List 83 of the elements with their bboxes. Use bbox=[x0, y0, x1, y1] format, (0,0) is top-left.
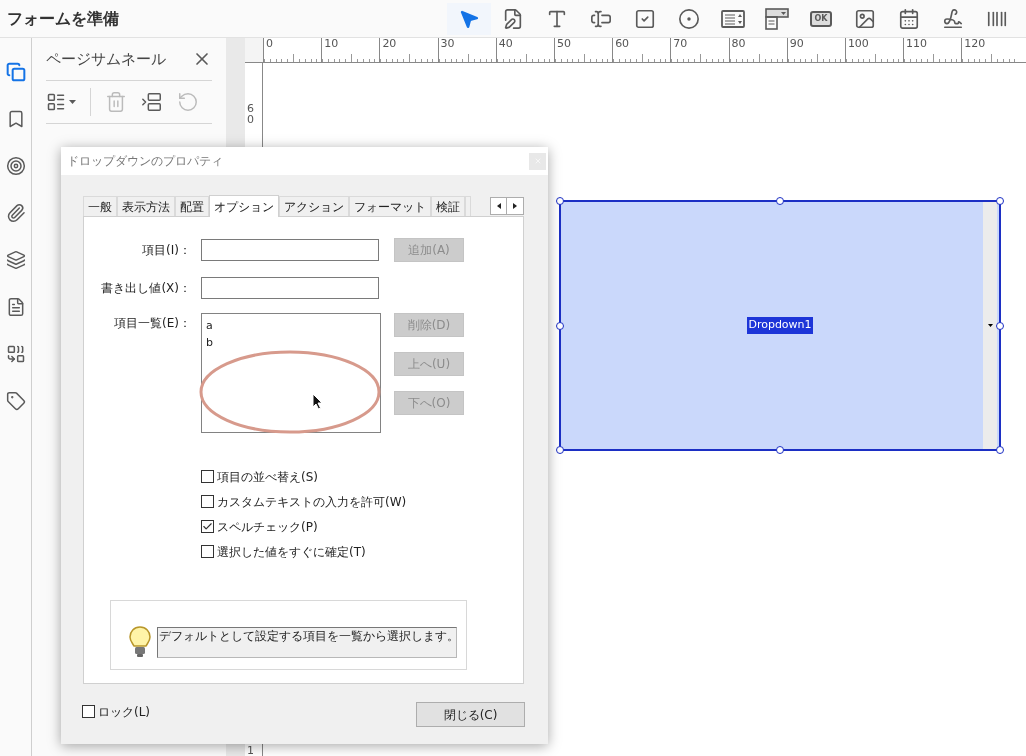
tab[interactable]: アクション bbox=[279, 196, 349, 216]
list-box-icon bbox=[721, 8, 745, 29]
text-field[interactable] bbox=[201, 277, 379, 299]
tool-button[interactable]: OK bbox=[799, 2, 843, 35]
scroll-right-button[interactable] bbox=[507, 197, 524, 215]
ruler-label: 90 bbox=[789, 38, 804, 49]
ruler-label: 10 bbox=[324, 38, 339, 49]
dropdown-icon bbox=[765, 7, 789, 30]
lightbulb-icon bbox=[129, 626, 151, 658]
checkbox-label: スペルチェック(P) bbox=[217, 518, 318, 536]
checkbox[interactable] bbox=[201, 495, 214, 508]
tab[interactable]: 配置 bbox=[175, 196, 209, 216]
list-icon bbox=[46, 92, 66, 112]
tab[interactable]: 検証 bbox=[431, 196, 465, 216]
list-item[interactable]: a bbox=[206, 318, 380, 333]
check-icon bbox=[202, 521, 213, 532]
ruler-label: 120 bbox=[964, 38, 986, 49]
checkbox[interactable] bbox=[201, 470, 214, 483]
resize-handle[interactable] bbox=[996, 197, 1004, 205]
checkbox[interactable] bbox=[201, 545, 214, 558]
resize-handle[interactable] bbox=[556, 446, 564, 454]
radio-icon bbox=[678, 7, 700, 30]
resize-handle[interactable] bbox=[996, 446, 1004, 454]
checkbox[interactable] bbox=[82, 705, 95, 718]
pages-icon[interactable] bbox=[5, 62, 26, 82]
tab[interactable]: フォーマット bbox=[349, 196, 431, 216]
compare-icon[interactable] bbox=[5, 344, 26, 364]
dropdown-field[interactable]: Dropdown1 bbox=[559, 200, 1001, 451]
image-icon bbox=[854, 7, 876, 30]
ruler-label: 30 bbox=[440, 38, 455, 49]
caret-icon bbox=[987, 324, 993, 327]
ruler-label: 20 bbox=[382, 38, 397, 49]
ruler-label: 1 bbox=[247, 745, 254, 756]
field-label: 項目一覧(E)： bbox=[113, 315, 191, 332]
resize-handle[interactable] bbox=[776, 446, 784, 454]
field-label: 書き出し値(X)： bbox=[100, 280, 191, 297]
paperclip-icon[interactable] bbox=[5, 203, 26, 223]
ruler-label: 0 bbox=[266, 38, 273, 49]
text-field[interactable] bbox=[201, 239, 379, 261]
signature-icon bbox=[942, 7, 964, 30]
ruler-label: 80 bbox=[731, 38, 746, 49]
checkbox-icon bbox=[634, 7, 656, 30]
tab[interactable]: 一般 bbox=[83, 196, 117, 216]
list-item[interactable]: b bbox=[206, 335, 380, 350]
tab[interactable]: 表示方法 bbox=[117, 196, 175, 216]
ruler-label: 50 bbox=[556, 38, 571, 49]
ruler-label: 60 bbox=[615, 38, 630, 49]
tab[interactable]: オプション bbox=[209, 195, 279, 217]
scroll-left-button[interactable] bbox=[490, 197, 507, 215]
ruler-label: 60 bbox=[247, 103, 254, 125]
checkbox-label: 選択した値をすぐに確定(T) bbox=[217, 543, 366, 561]
ruler-label: 70 bbox=[673, 38, 688, 49]
insert-page-icon[interactable] bbox=[141, 91, 163, 113]
resize-handle[interactable] bbox=[996, 321, 1004, 330]
left-arrow-icon bbox=[496, 203, 501, 209]
caret-icon bbox=[69, 100, 76, 104]
checkbox[interactable] bbox=[201, 520, 214, 533]
dialog-title: ドロップダウンのプロパティ bbox=[67, 153, 223, 170]
resize-handle[interactable] bbox=[776, 197, 784, 205]
field-label: 項目(I)： bbox=[141, 242, 191, 259]
layers-icon[interactable] bbox=[5, 250, 26, 270]
calendar-icon bbox=[898, 7, 920, 30]
options-menu-button[interactable] bbox=[46, 92, 76, 112]
panel-title: ページサムネール bbox=[46, 48, 166, 70]
resize-handle[interactable] bbox=[556, 321, 564, 330]
page-title: フォームを準備 bbox=[6, 7, 119, 30]
tool-button[interactable] bbox=[447, 2, 491, 35]
checkbox-label: ロック(L) bbox=[98, 703, 151, 721]
right-arrow-icon bbox=[513, 203, 517, 209]
target-icon[interactable] bbox=[5, 156, 26, 176]
field-name: Dropdown1 bbox=[747, 317, 813, 334]
checkbox-label: カスタムテキストの入力を許可(W) bbox=[217, 493, 407, 511]
ruler-label: 100 bbox=[847, 38, 869, 49]
ruler-label: 40 bbox=[498, 38, 513, 49]
ruler-label: 110 bbox=[906, 38, 928, 49]
resize-handle[interactable] bbox=[556, 197, 564, 205]
form-edit-icon bbox=[502, 7, 524, 30]
close-button[interactable]: 閉じる(C) bbox=[416, 702, 525, 727]
hint-text: デフォルトとして設定する項目を一覧から選択します。 bbox=[157, 626, 457, 658]
mouse-cursor-icon bbox=[312, 393, 323, 410]
checkbox-label: 項目の並べ替え(S) bbox=[217, 468, 318, 486]
tag-icon[interactable] bbox=[5, 391, 26, 411]
ok-button-icon: OK bbox=[810, 10, 832, 27]
